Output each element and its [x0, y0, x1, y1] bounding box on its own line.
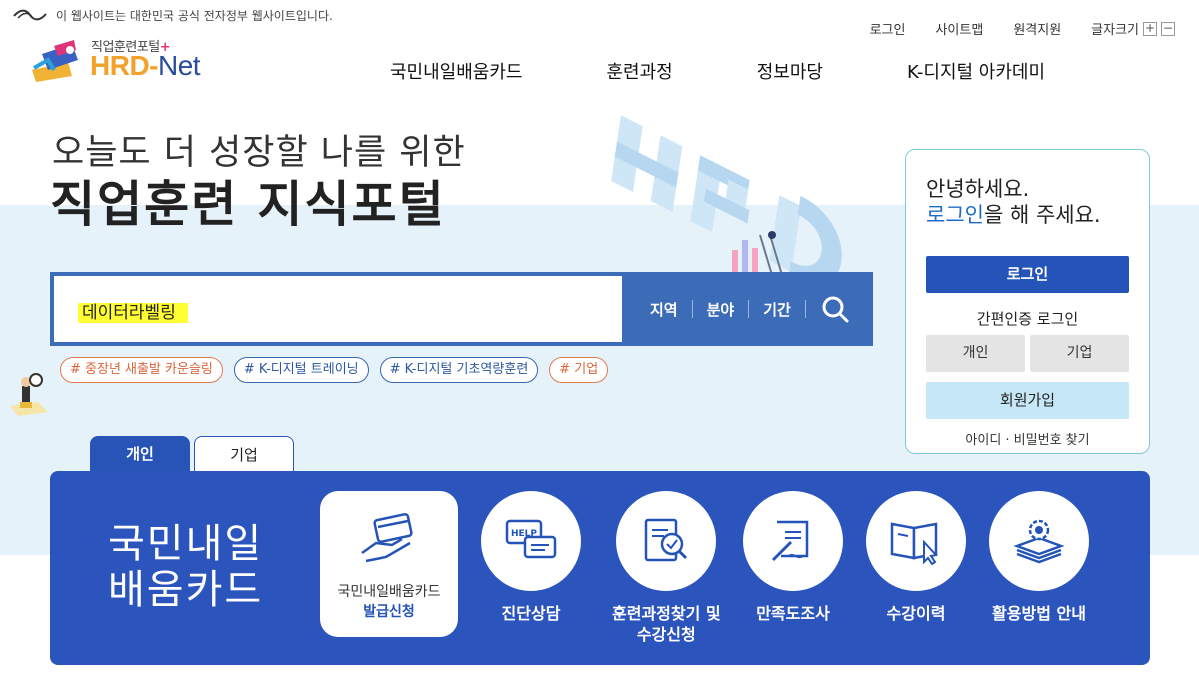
feature-history[interactable]: 수강이력	[866, 491, 966, 624]
filter-divider	[691, 300, 693, 318]
login-panel: 안녕하세요. 로그인을 해 주세요. 로그인 간편인증 로그인 개인 기업 회원…	[905, 149, 1150, 454]
search-input-value: 데이터라벨링	[78, 298, 188, 323]
search-box: 데이터라벨링 지역 분야 기간	[50, 272, 873, 346]
nav-item-card[interactable]: 국민내일배움카드	[390, 58, 522, 84]
feature-survey[interactable]: 만족도조사	[743, 491, 843, 624]
mascot-icon	[10, 373, 48, 416]
font-size-label: 글자크기	[1091, 23, 1139, 38]
signup-button[interactable]: 회원가입	[926, 382, 1129, 419]
card-apply-button[interactable]: 국민내일배움카드 발급신청	[320, 491, 458, 637]
util-sitemap-link[interactable]: 사이트맵	[935, 19, 983, 38]
util-remote-support-link[interactable]: 원격지원	[1013, 19, 1061, 38]
document-search-icon	[645, 518, 688, 562]
find-id-password-link[interactable]: 아이디 · 비밀번호 찾기	[906, 429, 1149, 448]
feature-label: 훈련과정찾기 및 수강신청	[612, 604, 721, 644]
login-greeting-link[interactable]: 로그인	[926, 203, 984, 227]
gov-logo-icon	[13, 9, 47, 21]
main-nav: 국민내일배움카드 훈련과정 정보마당 K-디지털 아카데미	[340, 58, 1045, 84]
filter-period[interactable]: 기간	[763, 299, 791, 320]
card-section-title: 국민내일 배움카드	[108, 521, 264, 613]
utility-nav: 로그인 사이트맵 원격지원 글자크기 + −	[840, 19, 1175, 38]
hashtag-item[interactable]: # K-디지털 기초역량훈련	[379, 357, 539, 383]
nav-item-courses[interactable]: 훈련과정	[606, 58, 672, 84]
font-size-control: 글자크기 + −	[1091, 19, 1175, 38]
card-apply-label: 국민내일배움카드	[337, 584, 441, 600]
personal-login-button[interactable]: 개인	[926, 335, 1025, 372]
nav-item-info[interactable]: 정보마당	[757, 58, 823, 84]
hero-title: 직업훈련 지식포털	[50, 176, 446, 233]
filter-field[interactable]: 분야	[707, 299, 735, 320]
logo-emblem-icon	[32, 40, 78, 82]
hashtag-item[interactable]: # 중장년 새출발 카운슬링	[60, 357, 223, 383]
gov-notice-text: 이 웹사이트는 대한민국 공식 전자정부 웹사이트입니다.	[56, 8, 333, 23]
feature-label: 만족도조사	[756, 604, 830, 623]
filter-region[interactable]: 지역	[650, 299, 678, 320]
learning-card-section: 국민내일 배움카드 국민내일배움카드 발급신청 HELP 진단상담 훈련과정찾기…	[50, 471, 1150, 665]
hashtag-item[interactable]: # K-디지털 트레이닝	[233, 357, 369, 383]
feature-label: 활용방법 안내	[992, 604, 1086, 623]
login-greeting: 안녕하세요. 로그인을 해 주세요.	[926, 177, 1101, 227]
hrd-3d-illustration	[611, 115, 842, 285]
help-chat-icon: HELP	[505, 519, 557, 559]
nav-item-k-digital[interactable]: K-디지털 아카데미	[907, 58, 1045, 84]
util-login-link[interactable]: 로그인	[870, 19, 906, 38]
search-filters: 지역 분야 기간	[650, 272, 820, 346]
feature-diagnosis[interactable]: HELP 진단상담	[481, 491, 581, 624]
gov-notice-bar: 이 웹사이트는 대한민국 공식 전자정부 웹사이트입니다.	[12, 4, 333, 26]
gear-stack-icon	[1013, 519, 1065, 564]
feature-guide[interactable]: 활용방법 안내	[989, 491, 1089, 624]
tab-personal[interactable]: 개인	[90, 436, 190, 472]
logo-wordmark: HRD-Net	[90, 50, 201, 81]
survey-icon	[771, 520, 809, 562]
login-button[interactable]: 로그인	[926, 256, 1129, 293]
filter-divider	[748, 300, 750, 318]
feature-course-search[interactable]: 훈련과정찾기 및 수강신청	[612, 491, 721, 645]
search-icon[interactable]	[818, 292, 852, 326]
font-increase-button[interactable]: +	[1143, 21, 1157, 36]
search-input[interactable]: 데이터라벨링	[54, 276, 622, 342]
font-decrease-button[interactable]: −	[1161, 21, 1175, 36]
card-hand-icon	[361, 513, 413, 563]
book-click-icon	[890, 522, 938, 566]
feature-label: 진단상담	[501, 604, 561, 623]
filter-divider	[804, 300, 806, 318]
easy-login-label: 간편인증 로그인	[976, 310, 1079, 328]
tab-company[interactable]: 기업	[194, 436, 294, 472]
hashtag-list: # 중장년 새출발 카운슬링 # K-디지털 트레이닝 # K-디지털 기초역량…	[60, 357, 609, 383]
card-apply-sublabel: 발급신청	[363, 604, 415, 620]
company-login-button[interactable]: 기업	[1030, 335, 1129, 372]
hashtag-item[interactable]: # 기업	[549, 357, 609, 383]
feature-label: 수강이력	[886, 604, 946, 623]
hrd-net-logo[interactable]: 직업훈련포털+ HRD-Net	[28, 36, 228, 82]
